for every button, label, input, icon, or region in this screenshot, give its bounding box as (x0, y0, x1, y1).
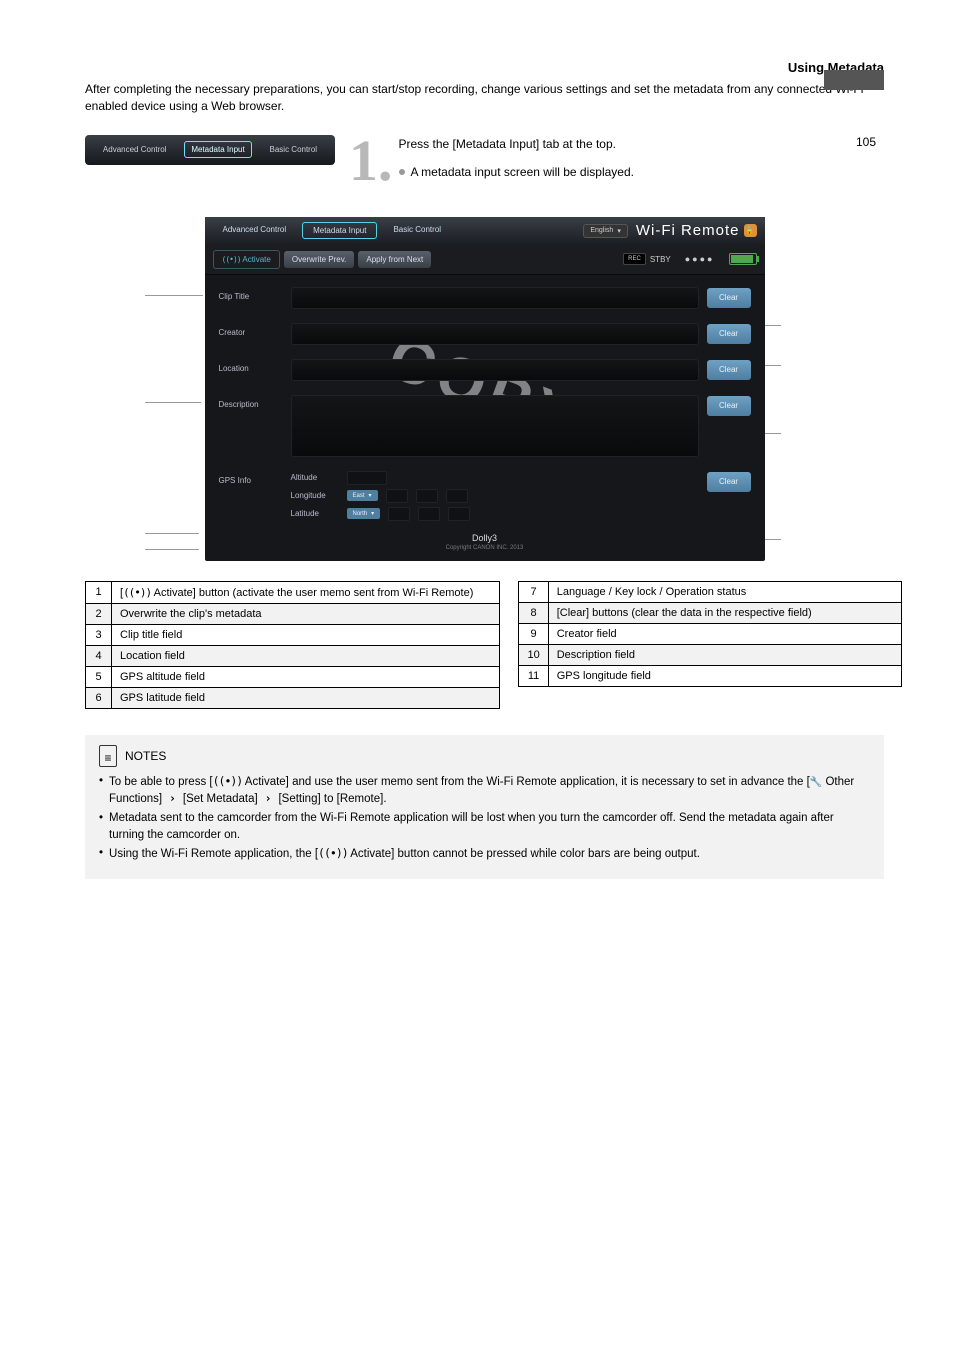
antenna-icon (213, 776, 243, 788)
gps-info-label: GPS Info (219, 471, 283, 485)
page-header: Using Metadata (85, 60, 884, 75)
note-item: To be able to press [ Activate] and use … (99, 773, 870, 808)
language-selector[interactable]: English (583, 224, 627, 238)
altitude-input[interactable] (347, 471, 387, 485)
wifi-remote-logo: Wi-Fi Remote (636, 222, 740, 239)
description-input[interactable] (291, 395, 699, 457)
intro-paragraph: After completing the necessary preparati… (85, 81, 884, 115)
creator-label: Creator (219, 323, 283, 337)
bullet-icon (399, 169, 405, 175)
apply-from-next-button[interactable]: Apply from Next (358, 251, 431, 268)
step-main: Press the [Metadata Input] tab at the to… (399, 135, 634, 153)
notes-box: NOTES To be able to press [ Activate] an… (85, 735, 884, 879)
notes-icon (99, 745, 117, 767)
small-tab-advanced: Advanced Control (97, 142, 173, 157)
clear-button[interactable]: Clear (707, 360, 751, 380)
lock-icon[interactable]: 🔒 (744, 224, 757, 237)
callout-table-right: 7Language / Key lock / Operation status … (518, 581, 902, 687)
description-label: Description (219, 395, 283, 409)
antenna-icon (318, 848, 348, 860)
clip-title-input[interactable] (291, 287, 699, 309)
step-number: 1. (349, 135, 393, 187)
ss-tab-basic[interactable]: Basic Control (383, 222, 451, 239)
activate-button[interactable]: Activate (213, 250, 280, 269)
latitude-input-1[interactable] (388, 507, 410, 521)
small-tab-metadata: Metadata Input (184, 141, 251, 158)
antenna-icon (222, 255, 241, 264)
notes-title: NOTES (125, 749, 166, 763)
metadata-input-screenshot: COPY Advanced Control Metadata Input Bas… (205, 217, 765, 561)
location-label: Location (219, 359, 283, 373)
latitude-input-3[interactable] (448, 507, 470, 521)
clear-button[interactable]: Clear (707, 324, 751, 344)
section-tab (824, 70, 884, 90)
antenna-icon (123, 587, 151, 599)
ss-tab-metadata[interactable]: Metadata Input (302, 222, 377, 239)
chevron-right-icon (162, 791, 183, 805)
longitude-input-3[interactable] (446, 489, 468, 503)
step-sub: A metadata input screen will be displaye… (411, 165, 634, 179)
overwrite-prev-button[interactable]: Overwrite Prev. (284, 251, 355, 268)
longitude-direction-select[interactable]: East (347, 490, 378, 501)
longitude-input-1[interactable] (386, 489, 408, 503)
altitude-label: Altitude (291, 473, 339, 482)
clear-button[interactable]: Clear (707, 472, 751, 492)
stby-label: STBY (650, 255, 671, 264)
ss-tab-advanced[interactable]: Advanced Control (213, 222, 297, 239)
latitude-label: Latitude (291, 509, 339, 518)
clip-title-label: Clip Title (219, 287, 283, 301)
clip-name-footer: Dolly3 (205, 533, 765, 543)
callout-table-left: 1[ Activate] button (activate the user m… (85, 581, 500, 709)
creator-input[interactable] (291, 323, 699, 345)
page-number: 105 (856, 135, 876, 149)
longitude-input-2[interactable] (416, 489, 438, 503)
note-item: Metadata sent to the camcorder from the … (99, 810, 870, 843)
small-tab-basic: Basic Control (264, 142, 324, 157)
longitude-label: Longitude (291, 491, 339, 500)
rec-mode-icon: REC (623, 253, 646, 265)
latitude-input-2[interactable] (418, 507, 440, 521)
battery-icon (729, 253, 757, 265)
small-tabs-screenshot: Advanced Control Metadata Input Basic Co… (85, 135, 335, 165)
note-item: Using the Wi-Fi Remote application, the … (99, 845, 870, 863)
clear-button[interactable]: Clear (707, 396, 751, 416)
signal-dots: ●●●● (685, 254, 715, 264)
latitude-direction-select[interactable]: North (347, 508, 381, 519)
clear-button[interactable]: Clear (707, 288, 751, 308)
copyright-footer: Copyright CANON INC. 2013 (205, 545, 765, 551)
wrench-icon (810, 776, 822, 788)
location-input[interactable] (291, 359, 699, 381)
chevron-right-icon (258, 791, 279, 805)
